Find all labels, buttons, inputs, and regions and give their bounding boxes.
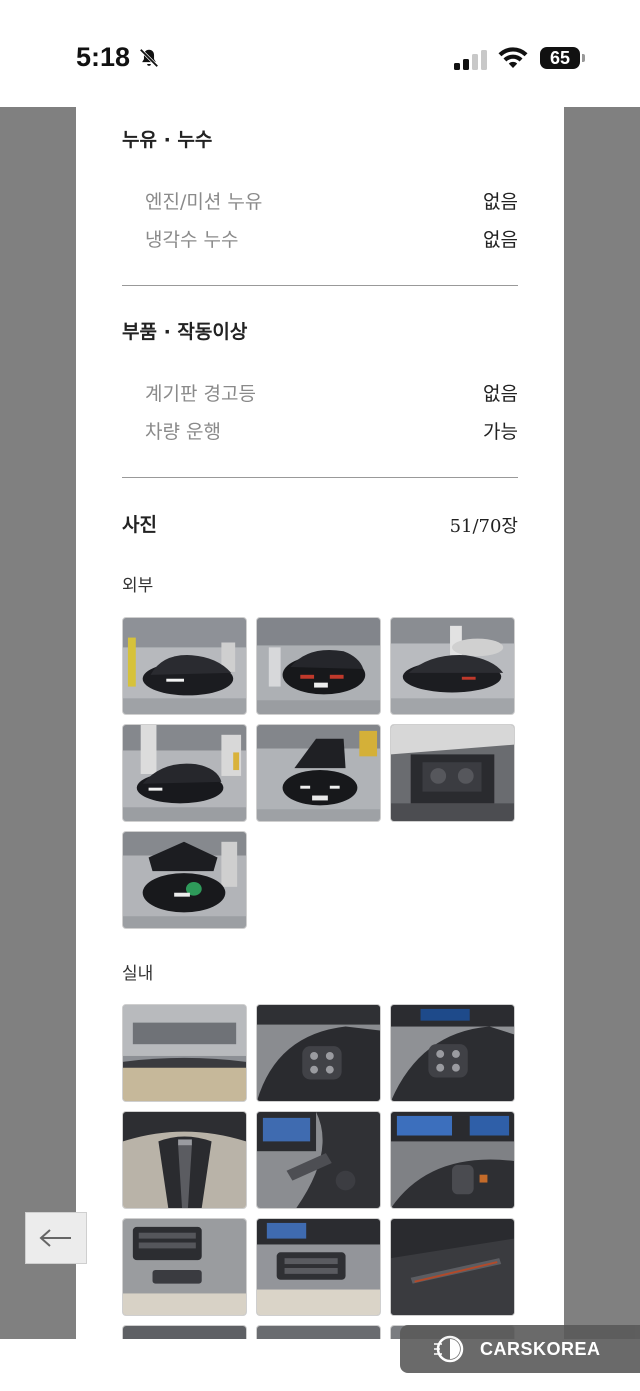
interior-photo-1[interactable] [122,1004,247,1102]
brand-name: CARSKOREA [480,1338,601,1359]
wifi-icon [498,47,528,68]
battery-nub [582,54,585,62]
section-divider [122,285,518,286]
interior-photo-4[interactable] [122,1111,247,1209]
left-gutter [0,107,76,1339]
battery-level: 65 [540,47,580,69]
subsection-exterior: 외부 [122,576,154,596]
row-value-drivable: 가능 [483,421,518,443]
inspection-report-panel[interactable]: 누유 · 누수 엔진/미션 누유 없음 냉각수 누수 없음 부품 · 작동이상 … [76,107,564,1339]
section-divider [122,477,518,478]
exterior-photo-7[interactable] [122,831,247,929]
brand-watermark: CARSKOREA [400,1325,640,1373]
exterior-photo-2[interactable] [256,617,381,715]
back-button[interactable] [25,1212,87,1264]
row-value-coolant-leak: 없음 [483,229,518,251]
right-gutter [564,107,640,1339]
row-label-coolant-leak: 냉각수 누수 [145,229,239,251]
battery-indicator: 65 [540,47,586,71]
exterior-photo-6[interactable] [390,724,515,822]
exterior-photo-3[interactable] [390,617,515,715]
interior-photo-3[interactable] [390,1004,515,1102]
interior-photo-6[interactable] [390,1111,515,1209]
row-value-engine-leak: 없음 [483,191,518,213]
cellular-signal-icon [454,50,487,70]
bell-slash-icon [139,48,159,68]
interior-photo-11[interactable] [256,1325,381,1339]
interior-photo-8[interactable] [256,1218,381,1316]
section-title-leak: 누유 · 누수 [122,129,213,151]
interior-photo-10[interactable] [122,1325,247,1339]
exterior-photo-4[interactable] [122,724,247,822]
status-bar: 5:18 65 [0,0,640,107]
row-label-engine-leak: 엔진/미션 누유 [145,191,263,213]
section-title-photos: 사진 [122,514,157,536]
section-title-parts: 부품 · 작동이상 [122,321,248,343]
subsection-interior: 실내 [122,964,154,984]
interior-photo-5[interactable] [256,1111,381,1209]
row-label-warning-light: 계기판 경고등 [145,383,256,405]
exterior-photo-1[interactable] [122,617,247,715]
interior-photo-7[interactable] [122,1218,247,1316]
interior-photo-2[interactable] [256,1004,381,1102]
arrow-left-icon [39,1229,71,1247]
exterior-photo-5[interactable] [256,724,381,822]
row-label-drivable: 차량 운행 [145,421,221,443]
photo-count: 51/70장 [449,516,518,537]
status-time: 5:18 [76,42,131,72]
interior-photo-9[interactable] [390,1218,515,1316]
row-value-warning-light: 없음 [483,383,518,405]
carskorea-logo-icon [434,1335,464,1363]
